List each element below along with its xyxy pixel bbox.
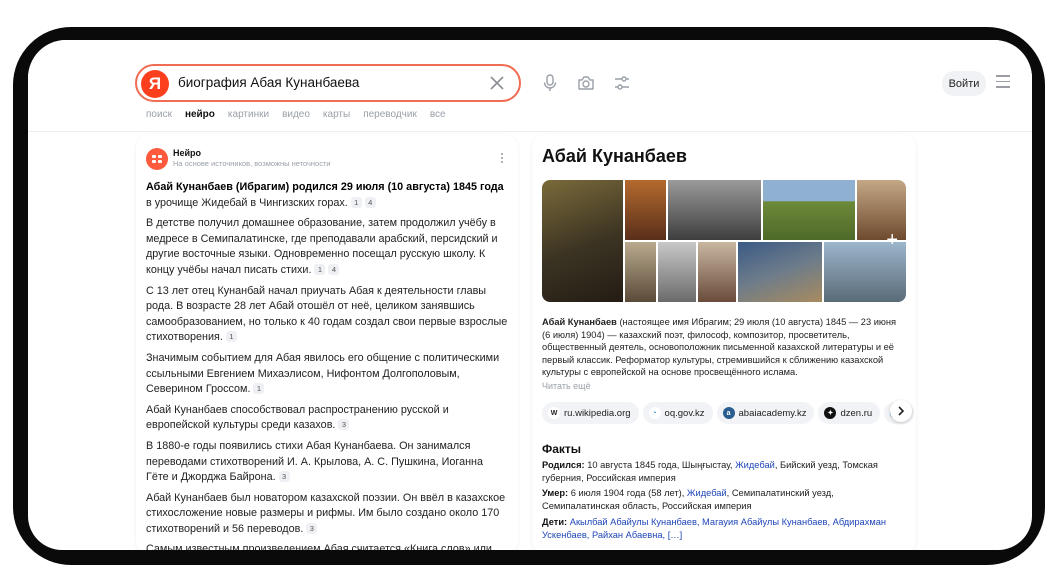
source-ref-badge[interactable]: 1 [225, 331, 237, 343]
gallery-image[interactable] [763, 180, 855, 240]
gallery-image[interactable] [625, 180, 666, 240]
source-ref-badge[interactable]: 1 [314, 263, 326, 275]
answer-paragraph: Значимым событием для Абая явилось его о… [146, 351, 500, 396]
fact-link[interactable]: Жидебай [687, 488, 727, 498]
gallery-image[interactable] [668, 180, 761, 240]
source-ref-badge[interactable]: 3 [306, 522, 318, 534]
source-favicon-icon: ◔ [648, 407, 661, 419]
camera-search-icon[interactable] [576, 73, 596, 93]
gallery-image[interactable] [542, 180, 623, 302]
fact-row: Дети: Акылбай Абайулы Кунанбаев, Магауия… [542, 517, 887, 540]
neuro-answer-card: Нейро На основе источников, возможны нет… [136, 134, 518, 550]
source-chip[interactable]: ◔ oq.gov.kz [642, 402, 713, 424]
answer-paragraph: С 13 лет отец Кунанбай начал приучать Аб… [146, 284, 508, 344]
answer-paragraph: Абай Кунанбаев способствовал распростран… [146, 403, 449, 432]
yandex-logo[interactable]: Я [141, 70, 169, 98]
chevron-right-icon[interactable] [890, 400, 912, 422]
entity-title: Абай Кунанбаев [542, 146, 687, 166]
facts-heading: Факты [542, 442, 582, 456]
browser-screen: Я биография Абая Кунанбаева Войти поиск н… [28, 40, 1032, 550]
fact-row: Умер: 6 июля 1904 года (58 лет), Жидебай… [542, 488, 834, 511]
search-input[interactable]: биография Абая Кунанбаева [178, 75, 359, 90]
source-ref-badge[interactable]: 1 [350, 196, 362, 208]
gallery-image[interactable] [625, 242, 656, 302]
source-ref-badge[interactable]: 4 [328, 263, 340, 275]
gallery-image[interactable] [738, 242, 822, 302]
more-options-icon[interactable] [501, 153, 504, 165]
source-favicon-icon: W [548, 407, 560, 419]
gallery-image[interactable] [698, 242, 736, 302]
microphone-icon[interactable] [540, 73, 560, 93]
entity-card: Абай Кунанбаев + Абай Кунанбаев (настоящ… [532, 134, 916, 550]
neuro-answer-text: Абай Кунанбаев (Ибрагим) родился 29 июля… [146, 180, 508, 550]
menu-icon[interactable] [996, 75, 1010, 88]
answer-paragraph: В 1880-е годы появились стихи Абая Кунан… [146, 439, 484, 484]
answer-paragraph: Самым известным произведением Абая счита… [146, 543, 492, 550]
clear-icon[interactable] [487, 73, 507, 93]
source-chips: Wru.wikipedia.org ◔ oq.gov.kz a abaiacademy.… [542, 402, 916, 426]
search-header: Я биография Абая Кунанбаева Войти поиск н… [28, 40, 1032, 132]
tab-item[interactable]: карты [323, 109, 350, 120]
source-chip[interactable]: ✦ dzen.ru [818, 402, 881, 424]
answer-paragraph: Абай Кунанбаев (Ибрагим) родился 29 июля… [146, 181, 504, 209]
fact-link[interactable]: Акылбай Абайулы Кунанбаев, Магауия Абайу… [542, 517, 886, 540]
source-ref-badge[interactable]: 4 [364, 196, 376, 208]
source-favicon-icon: a [722, 407, 735, 419]
search-tabs: поиск нейро картинки видео карты переводчик вс… [146, 109, 446, 120]
login-button[interactable]: Войти [942, 71, 986, 96]
neuro-disclaimer: На основе источников, возможны неточност… [173, 159, 331, 168]
read-more-link[interactable]: Читать ещё [542, 381, 591, 391]
tab-item[interactable]: видео [282, 109, 310, 120]
image-gallery[interactable]: + [542, 180, 906, 302]
tab-item[interactable]: все [430, 109, 446, 120]
tab-item[interactable]: переводчик [363, 109, 417, 120]
more-images-icon[interactable]: + [886, 230, 898, 250]
source-ref-badge[interactable]: 1 [253, 383, 265, 395]
source-chip[interactable]: a abaiacademy.kz [716, 402, 815, 424]
answer-paragraph: В детстве получил домашнее образование, … [146, 217, 498, 276]
source-favicon-icon: ✦ [824, 407, 837, 419]
gallery-image[interactable] [658, 242, 696, 302]
filters-icon[interactable] [612, 73, 632, 93]
tab-item[interactable]: нейро [185, 109, 215, 120]
neuro-title: Нейро [173, 148, 202, 158]
search-box[interactable]: Я биография Абая Кунанбаева [135, 64, 521, 102]
fact-row: Родился: 10 августа 1845 года, Шыңғыстау… [542, 460, 878, 483]
fact-link[interactable]: Жидебай [735, 460, 775, 470]
gallery-image[interactable] [824, 242, 906, 302]
entity-description: Абай Кунанбаев (настоящее имя Ибрагим; 2… [542, 317, 897, 378]
answer-paragraph: Абай Кунанбаев был новатором казахской п… [146, 491, 506, 535]
source-chip[interactable]: Wru.wikipedia.org [542, 402, 639, 424]
tab-item[interactable]: поиск [146, 109, 172, 120]
neuro-logo-icon [146, 148, 168, 170]
source-ref-badge[interactable]: 3 [278, 471, 290, 483]
source-ref-badge[interactable]: 3 [338, 419, 350, 431]
tab-item[interactable]: картинки [228, 109, 269, 120]
gallery-image[interactable] [857, 180, 906, 240]
